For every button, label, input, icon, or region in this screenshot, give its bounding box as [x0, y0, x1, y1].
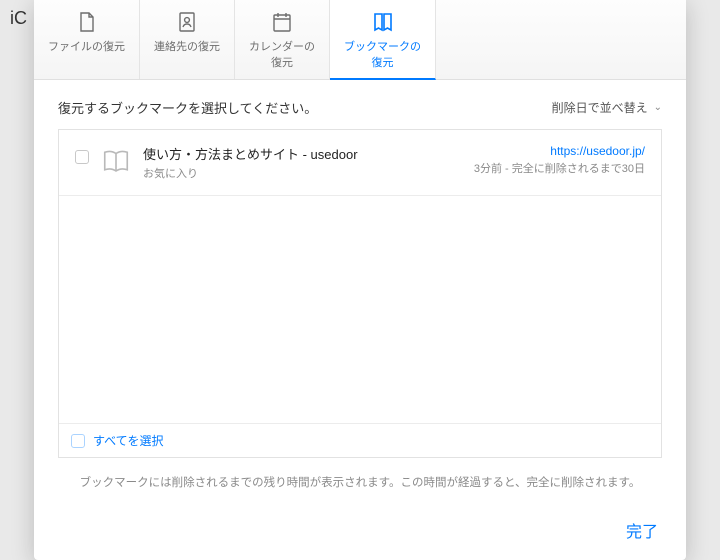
tab-label: カレンダーの 復元: [249, 38, 315, 70]
bookmark-folder: お気に入り: [143, 165, 462, 181]
select-all-row[interactable]: すべてを選択: [59, 423, 661, 457]
select-all-checkbox[interactable]: [71, 434, 85, 448]
done-button[interactable]: 完了: [618, 514, 666, 546]
tab-restore-contacts[interactable]: 連絡先の復元: [140, 0, 235, 79]
tab-restore-calendar[interactable]: カレンダーの 復元: [235, 0, 330, 79]
bookmark-meta: 3分前 - 完全に削除されるまで30日: [474, 160, 645, 176]
tab-label: ブックマークの 復元: [344, 38, 421, 70]
restore-dialog: ファイルの復元 連絡先の復元 カレンダーの 復元 ブックマークの 復元 復元する…: [34, 0, 686, 560]
contact-icon: [174, 10, 200, 34]
dialog-content: 復元するブックマークを選択してください。 削除日で並べ替え ⌄ 使い方・方法まと…: [34, 80, 686, 506]
bookmark-url: https://usedoor.jp/: [474, 144, 645, 158]
sort-label: 削除日で並べ替え: [552, 99, 648, 116]
bookmark-checkbox[interactable]: [75, 150, 89, 164]
bookmark-row[interactable]: 使い方・方法まとめサイト - usedoor お気に入り https://use…: [59, 130, 661, 196]
file-icon: [74, 10, 100, 34]
tab-restore-bookmarks[interactable]: ブックマークの 復元: [330, 0, 436, 80]
dialog-footer: 完了: [34, 506, 686, 560]
select-all-label: すべてを選択: [93, 432, 163, 449]
restore-tabs: ファイルの復元 連絡先の復元 カレンダーの 復元 ブックマークの 復元: [34, 0, 686, 80]
tab-label: 連絡先の復元: [154, 38, 220, 54]
bookmark-icon: [370, 10, 396, 34]
calendar-icon: [269, 10, 295, 34]
sort-dropdown[interactable]: 削除日で並べ替え ⌄: [552, 99, 662, 116]
tab-label: ファイルの復元: [48, 38, 125, 54]
footnote-text: ブックマークには削除されるまでの残り時間が表示されます。この時間が経過すると、完…: [58, 458, 662, 500]
instruction-text: 復元するブックマークを選択してください。: [58, 98, 317, 117]
chevron-down-icon: ⌄: [654, 102, 662, 113]
bookmark-title: 使い方・方法まとめサイト - usedoor: [143, 144, 462, 163]
open-book-icon: [101, 146, 131, 176]
bookmark-list: 使い方・方法まとめサイト - usedoor お気に入り https://use…: [58, 129, 662, 458]
tab-restore-files[interactable]: ファイルの復元: [34, 0, 140, 79]
